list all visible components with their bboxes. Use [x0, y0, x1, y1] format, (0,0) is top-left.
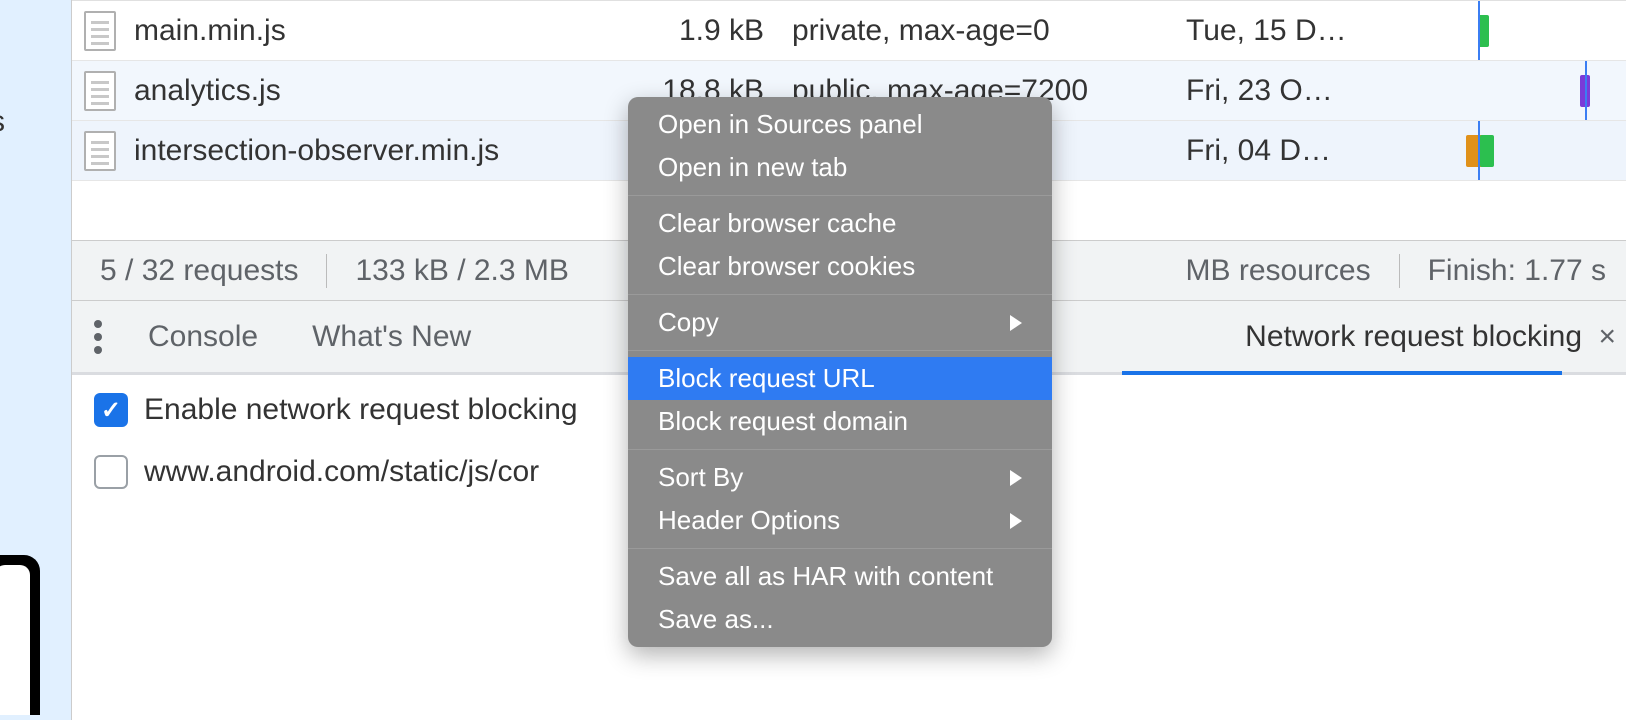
- menu-save-as[interactable]: Save as...: [628, 598, 1052, 641]
- request-date: Tue, 15 D…: [1178, 14, 1398, 48]
- more-icon[interactable]: [94, 333, 102, 341]
- file-icon: [84, 131, 116, 171]
- waterfall-cell: [1398, 121, 1626, 180]
- menu-clear-cookies[interactable]: Clear browser cookies: [628, 245, 1052, 288]
- waterfall-line: [1585, 61, 1587, 120]
- waterfall-cell: [1398, 61, 1626, 120]
- summary-transferred: 133 kB / 2.3 MB: [355, 254, 568, 288]
- request-name: intersection-observer.min.js: [134, 134, 499, 168]
- file-icon: [84, 11, 116, 51]
- menu-copy[interactable]: Copy: [628, 301, 1052, 344]
- request-name: main.min.js: [134, 14, 286, 48]
- waterfall-cell: [1398, 1, 1626, 60]
- menu-separator: [628, 449, 1052, 450]
- menu-separator: [628, 195, 1052, 196]
- menu-clear-cache[interactable]: Clear browser cache: [628, 202, 1052, 245]
- separator: [1399, 254, 1400, 288]
- submenu-arrow-icon: [1010, 315, 1022, 331]
- menu-separator: [628, 350, 1052, 351]
- file-icon: [84, 71, 116, 111]
- summary-resources: MB resources: [1186, 254, 1371, 288]
- summary-finish: Finish: 1.77 s: [1428, 254, 1626, 288]
- menu-separator: [628, 548, 1052, 549]
- menu-header-options[interactable]: Header Options: [628, 499, 1052, 542]
- request-name: analytics.js: [134, 74, 281, 108]
- waterfall-line: [1478, 1, 1480, 60]
- enable-blocking-label: Enable network request blocking: [144, 393, 578, 427]
- cutoff-text: s: [0, 105, 5, 139]
- submenu-arrow-icon: [1010, 513, 1022, 529]
- tab-whats-new[interactable]: What's New: [312, 320, 471, 354]
- request-date: Fri, 23 O…: [1178, 74, 1398, 108]
- tab-console[interactable]: Console: [148, 320, 258, 354]
- waterfall-bar: [1480, 135, 1494, 167]
- checkbox-unchecked-icon[interactable]: [94, 455, 128, 489]
- left-gutter: s: [0, 0, 72, 720]
- menu-separator: [628, 294, 1052, 295]
- active-tab-indicator: [1122, 371, 1562, 375]
- table-row[interactable]: main.min.js 1.9 kB private, max-age=0 Tu…: [72, 1, 1626, 61]
- summary-requests: 5 / 32 requests: [100, 254, 298, 288]
- request-date: Fri, 04 D…: [1178, 134, 1398, 168]
- context-menu: Open in Sources panel Open in new tab Cl…: [628, 97, 1052, 647]
- menu-sort-by[interactable]: Sort By: [628, 456, 1052, 499]
- menu-open-sources[interactable]: Open in Sources panel: [628, 103, 1052, 146]
- device-preview-corner: [0, 555, 40, 715]
- submenu-arrow-icon: [1010, 470, 1022, 486]
- separator: [326, 254, 327, 288]
- menu-block-domain[interactable]: Block request domain: [628, 400, 1052, 443]
- blocking-pattern-text: www.android.com/static/js/cor: [144, 455, 539, 489]
- request-cache: private, max-age=0: [782, 14, 1178, 48]
- menu-save-har[interactable]: Save all as HAR with content: [628, 555, 1052, 598]
- tab-network-request-blocking[interactable]: Network request blocking: [1245, 320, 1582, 354]
- waterfall-line: [1478, 121, 1480, 180]
- menu-open-new-tab[interactable]: Open in new tab: [628, 146, 1052, 189]
- close-icon[interactable]: ×: [1598, 320, 1616, 354]
- menu-block-url[interactable]: Block request URL: [628, 357, 1052, 400]
- checkbox-checked-icon[interactable]: ✓: [94, 393, 128, 427]
- request-size: 1.9 kB: [590, 14, 782, 48]
